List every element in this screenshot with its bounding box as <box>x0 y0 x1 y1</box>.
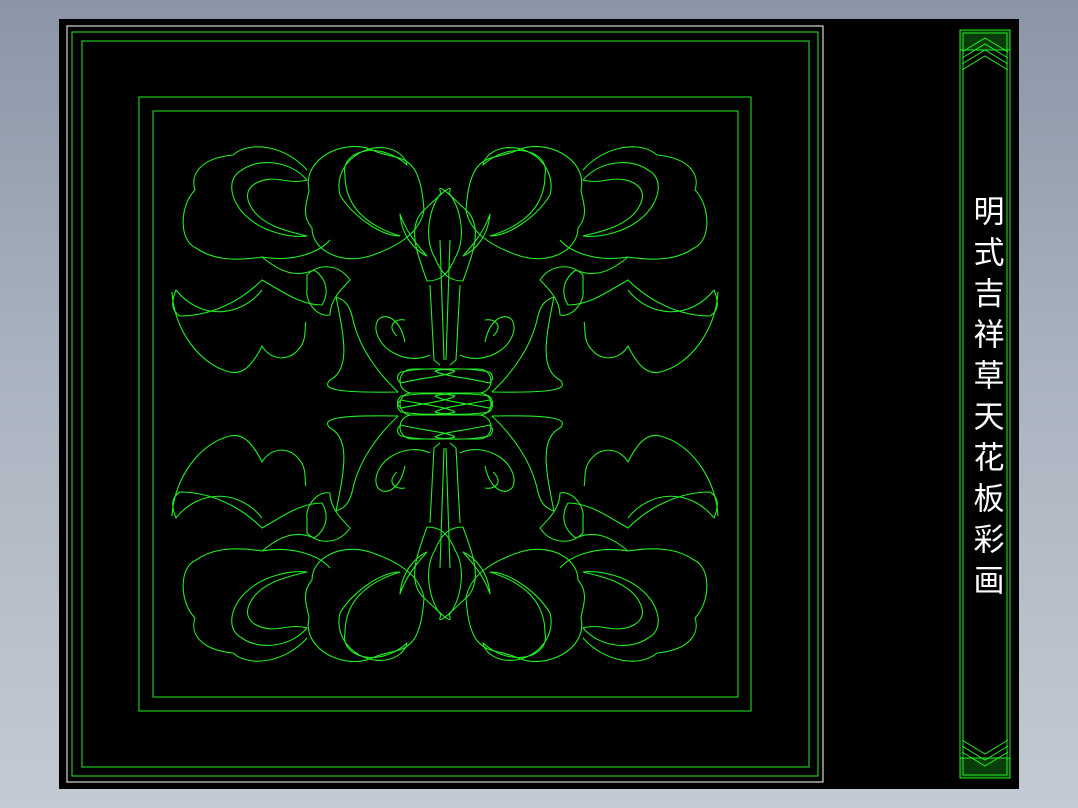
drawing-frame <box>66 25 824 783</box>
cad-drawing <box>66 25 1011 783</box>
frame-4 <box>152 110 739 698</box>
border-frames <box>71 31 819 777</box>
title-block-text: 明式吉祥草天花板彩画 <box>960 195 1010 615</box>
knot-band-2 <box>399 392 492 416</box>
frame-1 <box>71 31 819 777</box>
frame-2 <box>81 40 810 768</box>
outer-frame <box>66 25 824 783</box>
frame-3 <box>138 96 752 712</box>
ornament <box>171 145 719 663</box>
drawing-title: 明式吉祥草天花板彩画 <box>967 195 1004 605</box>
